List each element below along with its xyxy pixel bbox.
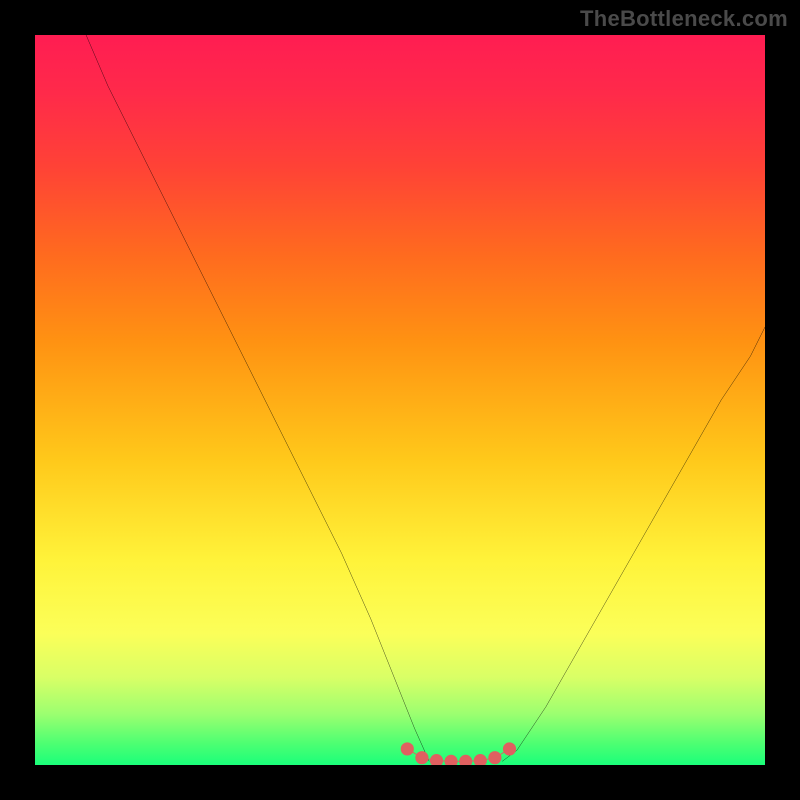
- valley-dot: [488, 751, 501, 764]
- valley-dot: [474, 754, 487, 765]
- valley-dot: [503, 742, 516, 755]
- left-curve: [86, 35, 429, 761]
- valley-dot: [445, 755, 458, 765]
- valley-dot: [430, 754, 443, 765]
- right-curve: [502, 327, 765, 761]
- plot-area: [35, 35, 765, 765]
- watermark-text: TheBottleneck.com: [580, 6, 788, 32]
- valley-dot: [459, 755, 472, 765]
- chart-frame: TheBottleneck.com: [0, 0, 800, 800]
- valley-dot: [401, 742, 414, 755]
- curve-layer: [35, 35, 765, 765]
- valley-dot: [415, 751, 428, 764]
